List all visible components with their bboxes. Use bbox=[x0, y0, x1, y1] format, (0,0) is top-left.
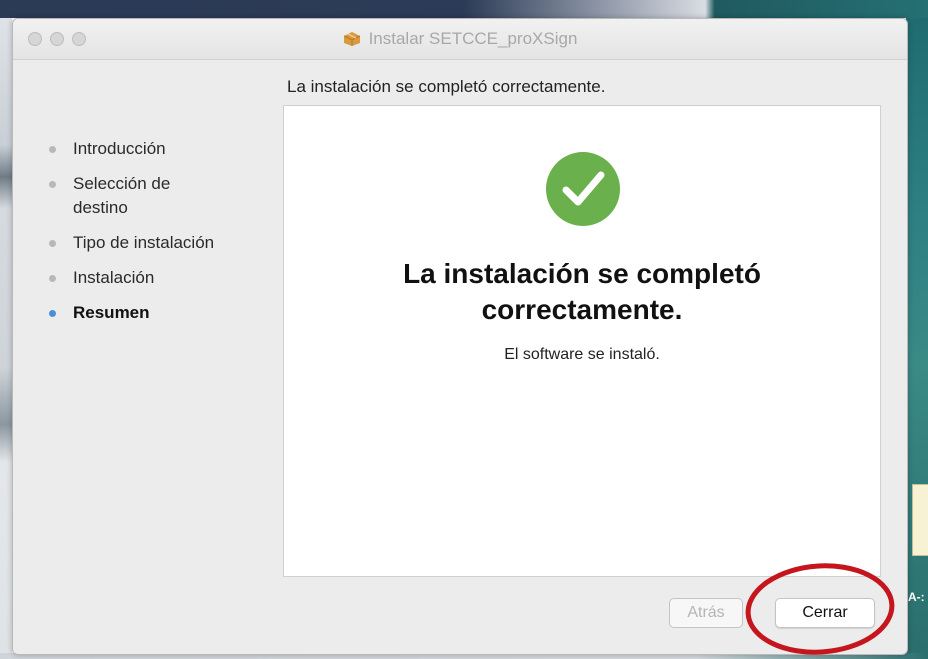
window-title: Instalar SETCCE_proXSign bbox=[368, 29, 578, 48]
success-headline-line1: La instalación se completó bbox=[403, 258, 761, 289]
desktop-sticky-note bbox=[912, 484, 928, 556]
desktop-background-top bbox=[0, 0, 928, 18]
step-dot-active-icon bbox=[49, 310, 56, 317]
title-bar[interactable]: Instalar SETCCE_proXSign bbox=[13, 19, 907, 60]
success-message: El software se instaló. bbox=[504, 346, 660, 363]
step-dot-icon bbox=[49, 275, 56, 282]
step-introduction: Introducción bbox=[47, 137, 267, 161]
content-panel: La instalación se completó correctamente… bbox=[283, 105, 881, 577]
step-label: Resumen bbox=[73, 303, 150, 322]
step-dot-icon bbox=[49, 146, 56, 153]
install-steps-sidebar: Introducción Selección de destino Tipo d… bbox=[47, 137, 267, 336]
back-button[interactable]: Atrás bbox=[669, 598, 743, 628]
step-label: Instalación bbox=[73, 268, 155, 287]
desktop-background-left bbox=[0, 18, 12, 653]
step-summary: Resumen bbox=[47, 301, 267, 325]
desktop-background-right bbox=[906, 18, 928, 653]
step-destination: Selección de destino bbox=[47, 172, 213, 220]
package-icon bbox=[343, 32, 360, 46]
page-subtitle: La instalación se completó correctamente… bbox=[287, 77, 606, 96]
checkmark-circle-icon bbox=[546, 152, 620, 226]
success-headline-line2: correctamente. bbox=[481, 294, 683, 325]
success-headline: La instalación se completó correctamente… bbox=[284, 256, 880, 328]
step-dot-icon bbox=[49, 240, 56, 247]
step-label: Introducción bbox=[73, 139, 166, 158]
step-label: Selección de destino bbox=[73, 174, 171, 217]
step-label: Tipo de instalación bbox=[73, 233, 215, 252]
step-installation: Instalación bbox=[47, 266, 267, 290]
step-install-type: Tipo de instalación bbox=[47, 231, 267, 255]
step-dot-icon bbox=[49, 181, 56, 188]
desktop-edge-label: A-: bbox=[908, 590, 925, 604]
highlight-ellipse-annotation bbox=[745, 563, 895, 655]
window-title-group: Instalar SETCCE_proXSign bbox=[13, 19, 907, 59]
